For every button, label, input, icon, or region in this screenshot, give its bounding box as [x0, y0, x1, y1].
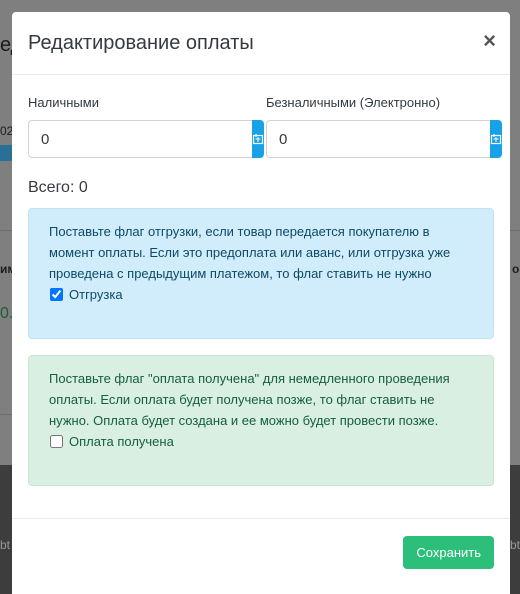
- cashless-input-group: [266, 120, 502, 158]
- modal-title: Редактирование оплаты: [28, 32, 254, 54]
- payment-received-alert: Поставьте флаг "оплата получена" для нем…: [28, 355, 494, 486]
- shipment-checkbox[interactable]: [50, 288, 63, 301]
- calculator-icon: [252, 134, 264, 145]
- payment-received-checkbox-label: Оплата получена: [69, 434, 174, 449]
- shipment-alert-text: Поставьте флаг отгрузки, если товар пере…: [49, 224, 451, 281]
- calculator-icon: [490, 134, 502, 145]
- close-icon[interactable]: ×: [483, 30, 496, 52]
- background-badge: [0, 145, 12, 161]
- shipment-checkbox-row[interactable]: Отгрузка: [49, 284, 473, 305]
- shipment-alert: Поставьте флаг отгрузки, если товар пере…: [28, 208, 494, 339]
- cash-calculator-button[interactable]: [252, 120, 264, 158]
- cashless-label: Безналичными (Электронно): [266, 95, 441, 110]
- background-divider: [0, 230, 12, 231]
- cash-input-group: [28, 120, 264, 158]
- payment-received-checkbox-row[interactable]: Оплата получена: [49, 431, 473, 452]
- background-footer-fragment: bt: [0, 538, 11, 552]
- background-divider: [0, 414, 12, 415]
- background-footer-fragment: bt: [510, 538, 520, 552]
- shipment-checkbox-label: Отгрузка: [69, 287, 123, 302]
- cashless-calculator-button[interactable]: [490, 120, 502, 158]
- cashless-input[interactable]: [266, 120, 490, 158]
- edit-payment-modal: Редактирование оплаты × Наличными Безнал…: [12, 12, 510, 594]
- total-amount: Всего: 0: [28, 179, 88, 196]
- background-divider: [510, 230, 520, 231]
- payment-received-checkbox[interactable]: [50, 435, 63, 448]
- cash-input[interactable]: [28, 120, 252, 158]
- background-column-fragment: о: [512, 262, 520, 276]
- cash-label: Наличными: [28, 95, 99, 110]
- save-button[interactable]: Сохранить: [403, 536, 494, 569]
- modal-header: Редактирование оплаты ×: [12, 12, 510, 75]
- payment-received-alert-text: Поставьте флаг "оплата получена" для нем…: [49, 371, 450, 428]
- modal-footer: Сохранить: [12, 518, 510, 594]
